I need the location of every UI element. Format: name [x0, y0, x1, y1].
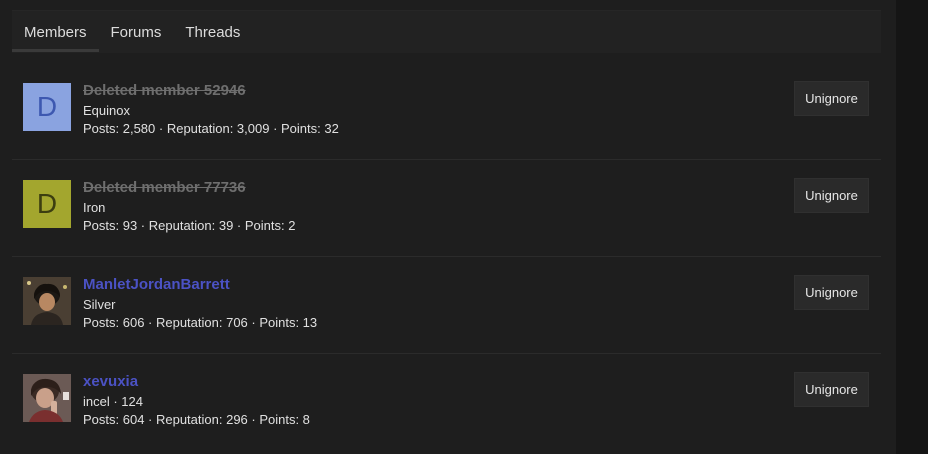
avatar[interactable]: [23, 277, 71, 325]
unignore-button[interactable]: Unignore: [794, 81, 869, 116]
ignored-members-list: D Deleted member 52946 Equinox Posts: 2,…: [12, 63, 881, 451]
username-link[interactable]: xevuxia: [83, 372, 310, 392]
user-stats: Posts: 93 · Reputation: 39 · Points: 2: [83, 218, 296, 233]
avatar[interactable]: D: [23, 83, 71, 131]
user-photo-icon: [23, 374, 71, 422]
user-title: Equinox: [83, 103, 130, 118]
user-stats: Posts: 2,580 · Reputation: 3,009 · Point…: [83, 121, 339, 136]
ignored-list-panel: Members Forums Threads D Deleted member …: [0, 0, 896, 454]
member-info: Deleted member 52946 Equinox Posts: 2,58…: [83, 81, 339, 138]
list-item: D Deleted member 52946 Equinox Posts: 2,…: [12, 63, 881, 160]
list-item: xevuxia incel · 124 Posts: 604 · Reputat…: [12, 354, 881, 451]
page-gutter: [896, 0, 928, 454]
user-title: Silver: [83, 297, 116, 312]
tab-members[interactable]: Members: [12, 11, 99, 53]
unignore-button[interactable]: Unignore: [794, 275, 869, 310]
user-photo-icon: [23, 277, 71, 325]
avatar[interactable]: [23, 374, 71, 422]
member-info: ManletJordanBarrett Silver Posts: 606 · …: [83, 275, 317, 332]
user-stats: Posts: 604 · Reputation: 296 · Points: 8: [83, 412, 310, 427]
avatar[interactable]: D: [23, 180, 71, 228]
unignore-button[interactable]: Unignore: [794, 372, 869, 407]
username: Deleted member 52946: [83, 82, 246, 99]
username-link[interactable]: ManletJordanBarrett: [83, 275, 317, 295]
list-item: ManletJordanBarrett Silver Posts: 606 · …: [12, 257, 881, 354]
avatar-letter: D: [36, 188, 58, 219]
user-stats: Posts: 606 · Reputation: 706 · Points: 1…: [83, 315, 318, 330]
tab-forums[interactable]: Forums: [99, 11, 174, 53]
user-title: Iron: [83, 200, 106, 215]
member-info: xevuxia incel · 124 Posts: 604 · Reputat…: [83, 372, 310, 429]
tab-bar: Members Forums Threads: [12, 10, 881, 53]
member-info: Deleted member 77736 Iron Posts: 93 · Re…: [83, 178, 295, 235]
list-item: D Deleted member 77736 Iron Posts: 93 · …: [12, 160, 881, 257]
unignore-button[interactable]: Unignore: [794, 178, 869, 213]
avatar-letter: D: [36, 91, 58, 122]
username: Deleted member 77736: [83, 179, 246, 196]
tab-threads[interactable]: Threads: [173, 11, 252, 53]
user-title: incel · 124: [83, 394, 143, 409]
